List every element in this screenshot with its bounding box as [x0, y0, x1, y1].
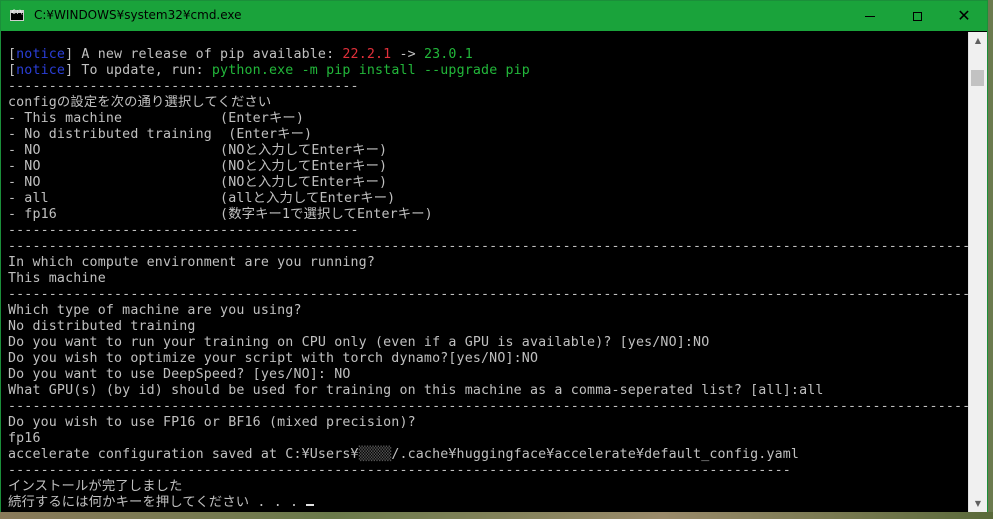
- console-app-icon[interactable]: [10, 9, 24, 21]
- install-complete-message: インストールが完了しました: [8, 479, 183, 494]
- pip-update-line: [notice] To update, run: python.exe -m p…: [8, 63, 530, 78]
- title-bar[interactable]: C:¥WINDOWS¥system32¥cmd.exe ✕: [1, 1, 987, 31]
- notice-tag: notice: [16, 47, 66, 62]
- close-button[interactable]: ✕: [941, 1, 987, 31]
- text-cursor: [306, 504, 315, 506]
- config-choice: - This machine (Enterキー): [8, 111, 305, 126]
- notice-tag: notice: [16, 63, 66, 78]
- pip-new-version: 23.0.1: [423, 47, 473, 62]
- desktop-background-strip: [0, 512, 993, 519]
- config-choice: - NO (NOと入力してEnterキー): [8, 159, 388, 174]
- pip-notice-line: [notice] A new release of pip available:…: [8, 47, 473, 62]
- press-any-key-prompt: 続行するには何かキーを押してください . . .: [8, 495, 307, 510]
- prompt-answer: fp16: [8, 431, 41, 446]
- prompt-question: Do you want to run your training on CPU …: [8, 335, 710, 350]
- config-heading: configの設定を次の通り選択してください: [8, 95, 272, 110]
- config-choice: - No distributed training (Enterキー): [8, 127, 313, 142]
- config-choice: - NO (NOと入力してEnterキー): [8, 175, 388, 190]
- config-choice: - fp16 (数字キー1で選択してEnterキー): [8, 207, 433, 222]
- prompt-question: In which compute environment are you run…: [8, 255, 375, 270]
- config-choice: - all (allと入力してEnterキー): [8, 191, 396, 206]
- console-text: [notice] A new release of pip available:…: [1, 32, 968, 511]
- maximize-icon: [912, 11, 922, 21]
- window-title: C:¥WINDOWS¥system32¥cmd.exe: [34, 8, 242, 22]
- scroll-down-icon[interactable]: ▼: [969, 495, 987, 512]
- prompt-question: Which type of machine are you using?: [8, 303, 302, 318]
- pip-update-command: python.exe -m pip install --upgrade pip: [211, 63, 530, 78]
- config-choice: - NO (NOと入力してEnterキー): [8, 143, 388, 158]
- minimize-button[interactable]: [847, 1, 893, 31]
- config-saved-line: accelerate configuration saved at C:¥Use…: [8, 447, 800, 462]
- redacted-username: ▒▒▒▒: [358, 447, 392, 462]
- scrollbar-thumb[interactable]: [971, 70, 984, 86]
- prompt-question: Do you want to use DeepSpeed? [yes/NO]: …: [8, 367, 351, 382]
- prompt-question: Do you wish to use FP16 or BF16 (mixed p…: [8, 415, 416, 430]
- prompt-answer: No distributed training: [8, 319, 196, 334]
- cmd-window: C:¥WINDOWS¥system32¥cmd.exe ✕ [notice] A…: [0, 0, 988, 512]
- separator-line: ----------------------------------------…: [8, 463, 791, 478]
- prompt-answer: This machine: [8, 271, 106, 286]
- scroll-up-icon[interactable]: ▲: [969, 32, 987, 49]
- close-icon: ✕: [957, 6, 971, 25]
- separator-line: ----------------------------------------…: [8, 79, 359, 94]
- maximize-button[interactable]: [894, 1, 940, 31]
- separator-line: ----------------------------------------…: [8, 287, 968, 302]
- separator-line: ----------------------------------------…: [8, 223, 359, 238]
- minimize-icon: [865, 15, 875, 17]
- pip-old-version: 22.2.1: [342, 47, 392, 62]
- separator-line: ----------------------------------------…: [8, 239, 968, 254]
- prompt-question: Do you wish to optimize your script with…: [8, 351, 539, 366]
- prompt-question: What GPU(s) (by id) should be used for t…: [8, 383, 824, 398]
- console-output[interactable]: [notice] A new release of pip available:…: [1, 32, 968, 512]
- separator-line: ----------------------------------------…: [8, 399, 968, 414]
- vertical-scrollbar[interactable]: ▲ ▼: [968, 32, 987, 512]
